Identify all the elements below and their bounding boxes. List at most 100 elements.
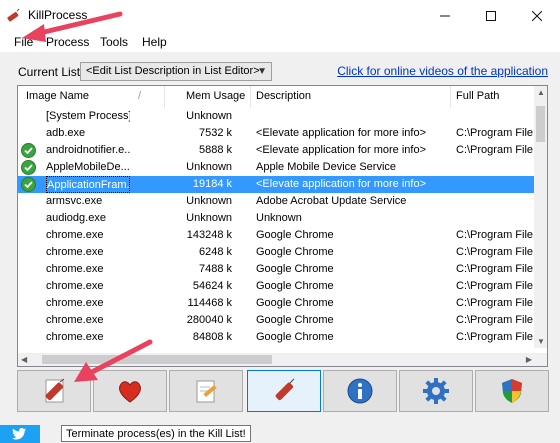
close-button[interactable] [514,0,560,32]
scroll-left-icon[interactable]: ◀ [21,355,27,364]
table-row[interactable]: audiodg.exe Unknown Unknown [18,210,535,227]
cell-mem-usage: 143248 k [186,229,232,241]
menu-bar: File Process Tools Help [0,32,560,52]
scroll-down-icon[interactable]: ▼ [537,337,545,346]
maximize-icon [486,11,496,21]
scroll-right-icon[interactable]: ▶ [526,355,532,364]
chevron-down-icon: ▼ [257,66,267,77]
gear-icon [423,378,449,404]
cell-description: <Elevate application for more info> [256,144,426,156]
table-row[interactable]: chrome.exe 84808 k Google Chrome C:\Program… [18,329,535,346]
cell-full-path: C:\Program File [456,144,534,156]
cell-mem-usage: Unknown [186,161,232,173]
table-row[interactable]: [System Process] Unknown [18,108,535,125]
minimize-icon [440,15,450,17]
info-button[interactable] [323,370,397,412]
vertical-scroll-thumb[interactable] [536,106,545,142]
table-row[interactable]: armsvc.exe Unknown Adobe Acrobat Update Se… [18,193,535,210]
table-row[interactable]: androidnotifier.e... 5888 k <Elevate appli… [18,142,535,159]
cell-mem-usage: 280040 k [186,314,232,326]
menu-file[interactable]: File [14,35,33,49]
cell-description: Google Chrome [256,263,334,275]
list-header: Image Name / Mem Usage Description Full … [18,86,535,108]
list-editor-button[interactable] [169,370,243,412]
cell-description: Apple Mobile Device Service [256,161,397,173]
table-row[interactable]: adb.exe 7532 k <Elevate application for mo… [18,125,535,142]
scroll-up-icon[interactable]: ▲ [537,88,545,97]
table-row[interactable]: chrome.exe 54624 k Google Chrome C:\Program… [18,278,535,295]
table-row[interactable]: AppleMobileDe... Unknown Apple Mobile Devi… [18,159,535,176]
table-row[interactable]: chrome.exe 143248 k Google Chrome C:\Progra… [18,227,535,244]
column-mem-usage[interactable]: Mem Usage [186,90,245,102]
twitter-strip [0,425,40,443]
current-list-label: Current List: [18,65,84,79]
process-list[interactable]: Image Name / Mem Usage Description Full … [17,85,548,367]
title-bar: KillProcess [0,0,560,32]
horizontal-scrollbar[interactable]: ◀ ▶ [18,353,535,366]
cell-description: <Elevate application for more info> [256,127,426,139]
cell-description: Google Chrome [256,229,334,241]
cell-image-name: chrome.exe [46,246,104,258]
table-row[interactable]: chrome.exe 114468 k Google Chrome C:\Progra… [18,295,535,312]
cell-mem-usage: 6248 k [198,246,232,258]
settings-button[interactable] [399,370,473,412]
favorites-button[interactable] [93,370,167,412]
column-resize-handle[interactable]: / [138,90,141,102]
cell-full-path: C:\Program File [456,297,534,309]
info-icon [347,378,373,404]
header-divider [250,86,251,108]
cell-description: Google Chrome [256,280,334,292]
kill-list-button[interactable] [17,370,91,412]
cell-image-name: adb.exe [46,127,86,139]
cell-image-name: armsvc.exe [46,195,103,207]
dynamite-doc-icon [45,378,65,403]
cell-image-name: chrome.exe [46,280,104,292]
cell-mem-usage: Unknown [186,195,232,207]
cell-image-name: [System Process] [46,110,130,122]
cell-image-name: audiodg.exe [46,212,106,224]
cell-mem-usage: 7488 k [198,263,232,275]
cell-image-name: chrome.exe [46,263,104,275]
dynamite-app-icon [7,8,20,22]
table-row[interactable]: chrome.exe 6248 k Google Chrome C:\Program … [18,244,535,261]
shield-icon [502,379,522,403]
header-divider [450,86,451,108]
cell-description: Google Chrome [256,331,334,343]
table-row[interactable]: chrome.exe 7488 k Google Chrome C:\Program … [18,261,535,278]
cell-description: Adobe Acrobat Update Service [256,195,407,207]
table-row[interactable]: chrome.exe 280040 k Google Chrome C:\Progra… [18,312,535,329]
column-image-name[interactable]: Image Name [26,90,89,102]
table-row-selected[interactable]: ApplicationFram... 19184 k <Elevate applic… [18,176,535,193]
elevate-button[interactable] [475,370,549,412]
maximize-button[interactable] [468,0,514,32]
minimize-button[interactable] [422,0,468,32]
column-full-path[interactable]: Full Path [456,90,499,102]
twitter-icon [12,428,26,440]
cell-full-path: C:\Program File [456,127,534,139]
menu-tools[interactable]: Tools [100,35,128,49]
checkmark-icon [21,143,36,158]
window-title: KillProcess [28,8,88,22]
cell-image-name: ApplicationFram... [46,176,130,193]
checkmark-icon [21,160,36,175]
menu-help[interactable]: Help [142,35,167,49]
cell-full-path: C:\Program File [456,263,534,275]
online-videos-link[interactable]: Click for online videos of the applicati… [337,64,548,78]
scroll-corner [534,353,547,366]
header-divider [164,86,165,108]
current-list-value: <Edit List Description in List Editor> [86,65,260,77]
cell-mem-usage: 7532 k [198,127,232,139]
cell-mem-usage: 114468 k [187,297,232,309]
menu-process[interactable]: Process [46,35,89,49]
column-description[interactable]: Description [256,90,311,102]
cell-image-name: androidnotifier.e... [46,144,130,156]
cell-description: Google Chrome [256,246,334,258]
kill-button[interactable] [247,370,321,412]
vertical-scrollbar[interactable]: ▲ ▼ [534,86,547,348]
horizontal-scroll-thumb[interactable] [42,355,272,364]
cell-image-name: AppleMobileDe... [46,161,130,173]
cell-mem-usage: 84808 k [192,331,232,343]
cell-mem-usage: Unknown [186,110,232,122]
cell-image-name: chrome.exe [46,229,104,241]
current-list-dropdown[interactable]: <Edit List Description in List Editor> ▼ [80,62,272,81]
